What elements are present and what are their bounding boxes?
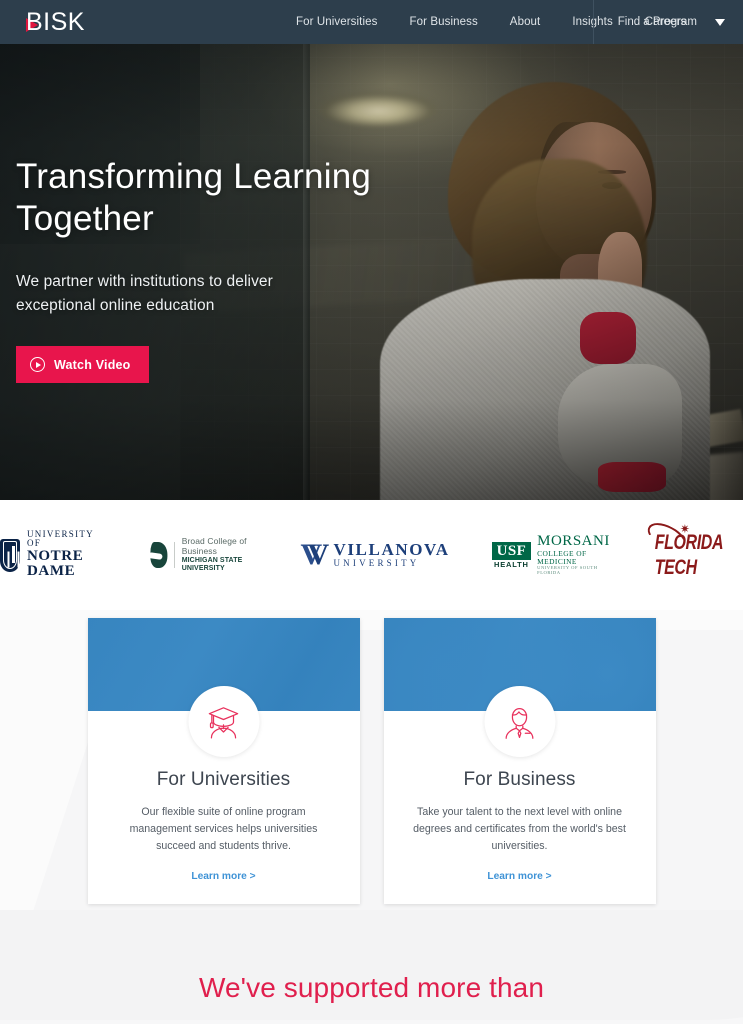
businessman-glyph [505, 707, 534, 739]
cards-row: For Universities Our flexible suite of o… [0, 618, 743, 905]
card-title-universities: For Universities [156, 769, 291, 790]
nav-item-for-business[interactable]: For Business [393, 0, 493, 44]
partner-logo-usf-morsani[interactable]: USF HEALTH MORSANI COLLEGE OF MEDICINE U… [491, 533, 610, 577]
logo-divider [173, 542, 175, 568]
spartan-helmet-icon [149, 542, 167, 568]
villanova-v-icon [300, 538, 327, 572]
bisk-logo[interactable]: BISK [14, 7, 98, 37]
partner-logo-florida-tech[interactable]: ✷ FLORIDA TECH [643, 517, 743, 579]
businessman-icon [484, 686, 555, 757]
usf-badge-line2: HEALTH [491, 559, 532, 569]
graduate-student-icon [188, 686, 259, 757]
learn-more-link-business[interactable]: Learn more > [487, 871, 551, 882]
msu-line2: MICHIGAN STATE UNIVERSITY [181, 556, 243, 572]
nav-item-about[interactable]: About [494, 0, 557, 44]
nav-item-for-universities[interactable]: For Universities [280, 0, 393, 44]
top-navbar: BISK For Universities For Business About… [0, 0, 743, 44]
usf-badge-line1: USF [496, 542, 527, 559]
partner-logo-villanova[interactable]: VILLANOVA UNIVERSITY [300, 533, 449, 577]
notre-dame-line1: UNIVERSITY OF [26, 528, 94, 549]
hero-section: Transforming Learning Together We partne… [0, 44, 743, 500]
notre-dame-shield-icon [0, 538, 20, 572]
partner-logo-notre-dame[interactable]: UNIVERSITY OF NOTRE DAME [0, 528, 108, 579]
card-for-business[interactable]: For Business Take your talent to the nex… [383, 618, 656, 905]
card-description-business: Take your talent to the next level with … [413, 806, 626, 853]
morsani-line1: MORSANI [537, 533, 610, 550]
card-description-universities: Our flexible suite of online program man… [129, 806, 318, 853]
find-a-program-label: Find a Program [617, 16, 697, 28]
partner-logos-band: UNIVERSITY OF NOTRE DAME Broad College o… [0, 500, 743, 610]
learn-more-link-universities[interactable]: Learn more > [191, 871, 255, 882]
morsani-line2: COLLEGE OF MEDICINE [537, 549, 587, 567]
usf-health-icon: USF HEALTH [491, 541, 532, 569]
villanova-line2: UNIVERSITY [333, 558, 420, 569]
find-a-program-dropdown[interactable]: Find a Program [592, 0, 743, 44]
msu-line1: Broad College of Business [181, 536, 247, 556]
hero-subtitle: We partner with institutions to deliver … [16, 273, 273, 315]
morsani-line3: UNIVERSITY OF SOUTH FLORIDA [537, 564, 598, 575]
hero-content: Transforming Learning Together We partne… [16, 156, 436, 384]
stats-section: We've supported more than [0, 910, 743, 1024]
cards-section: For Universities Our flexible suite of o… [0, 610, 743, 1024]
play-circle-icon [30, 357, 45, 373]
page-root: BISK For Universities For Business About… [0, 0, 743, 1024]
stats-heading: We've supported more than [198, 972, 545, 1003]
card-title-business: For Business [463, 769, 576, 790]
partner-logo-michigan-state[interactable]: Broad College of Business MICHIGAN STATE… [149, 533, 259, 577]
florida-tech-label: FLORIDA TECH [654, 530, 723, 579]
notre-dame-line2: NOTRE DAME [26, 547, 84, 580]
chevron-down-icon[interactable] [715, 18, 725, 26]
graduate-student-glyph [208, 706, 239, 738]
watch-video-button[interactable]: Watch Video [16, 346, 149, 384]
hero-title: Transforming Learning Together [16, 157, 372, 238]
villanova-line1: VILLANOVA [333, 539, 450, 559]
watch-video-label: Watch Video [54, 357, 131, 372]
card-for-universities[interactable]: For Universities Our flexible suite of o… [87, 618, 360, 905]
logo-text: BISK [26, 8, 85, 36]
